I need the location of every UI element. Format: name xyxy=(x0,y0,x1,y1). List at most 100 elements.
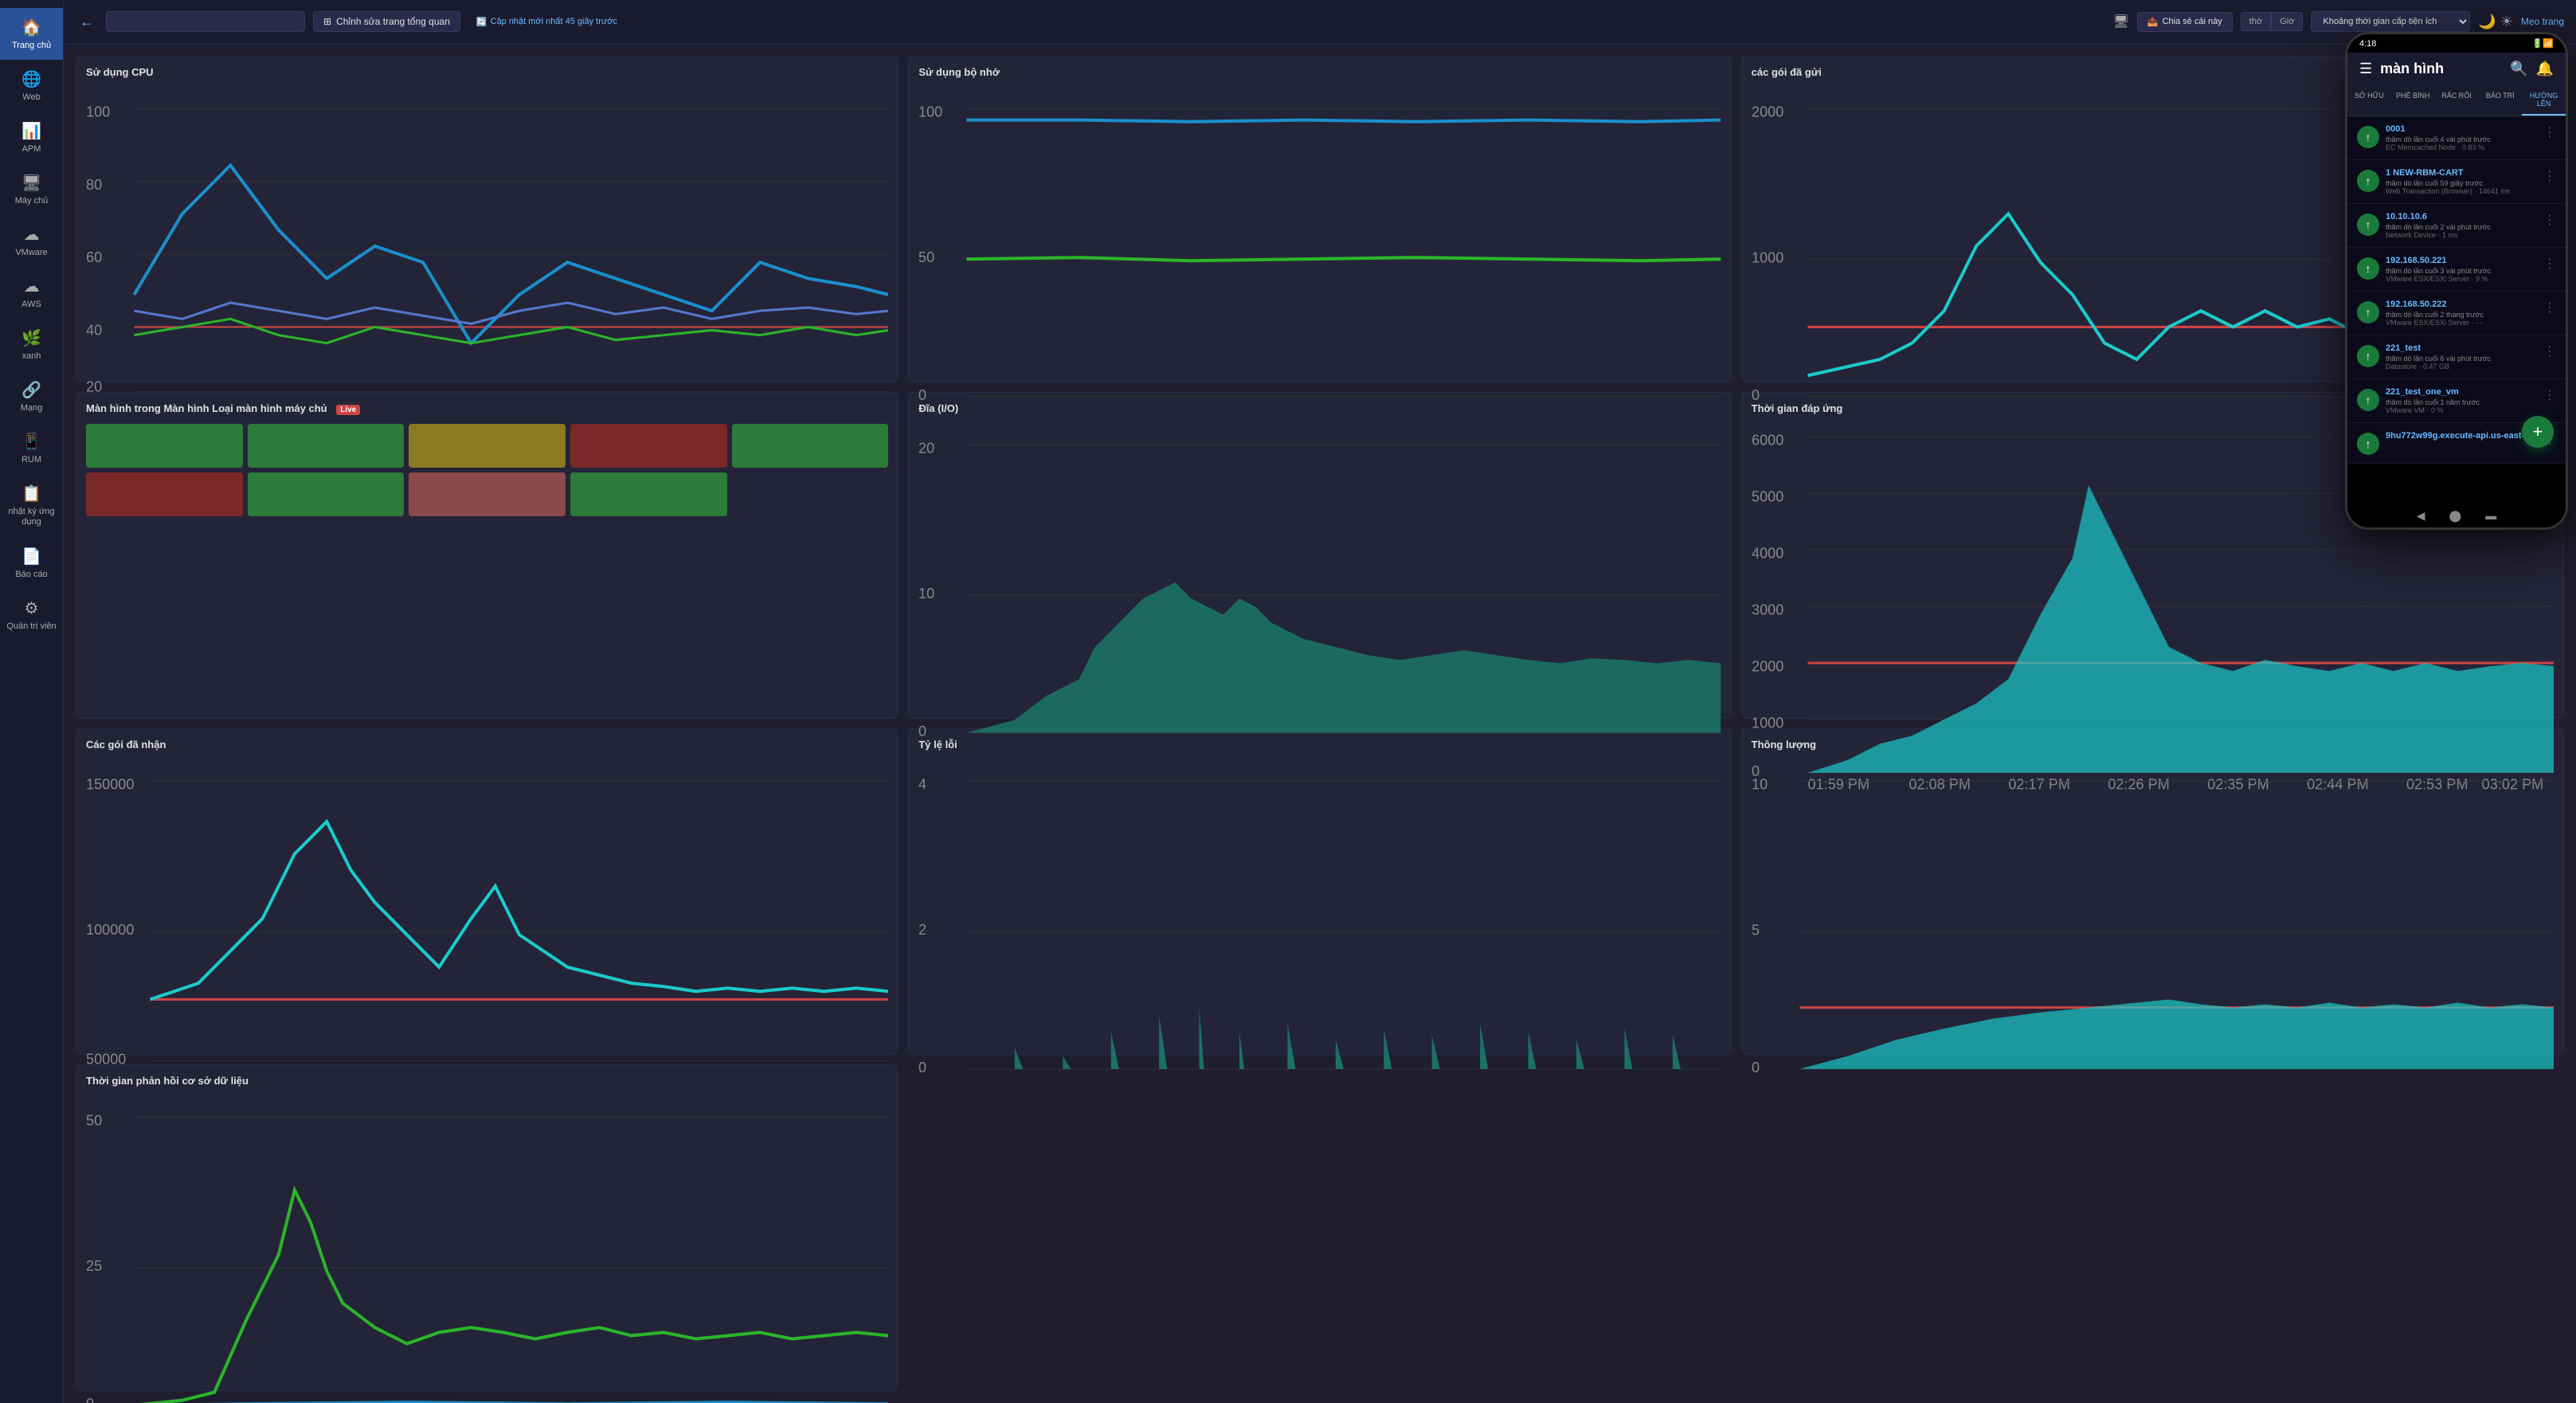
svg-text:100: 100 xyxy=(918,104,942,120)
mobile-tab-sohuu[interactable]: SỞ HỮU xyxy=(2347,85,2391,116)
svg-text:100: 100 xyxy=(86,104,110,120)
svg-text:1000: 1000 xyxy=(1752,715,1783,731)
time-toggle: thờ Giờ xyxy=(2241,12,2304,31)
item-more-icon[interactable]: ⋮ xyxy=(2543,256,2556,272)
item-content: 0001 thăm dò lần cuối 4 vài phút trước E… xyxy=(2386,124,2537,151)
time-btn-gio[interactable]: Giờ xyxy=(2271,12,2303,31)
item-name: 10.10.10.6 xyxy=(2386,212,2537,221)
memory-widget: Sử dụng bộ nhớ 100 50 0 02:06 PM 02:21 P… xyxy=(908,56,1731,382)
item-type: VMware ESX/ESXi Server · 9 % xyxy=(2386,275,2537,283)
packets-received-widget: Các gói đã nhận 150000 100000 50000 01:5… xyxy=(76,728,898,1055)
mobile-title: màn hình xyxy=(2380,61,2502,77)
sidebar-item-vmware[interactable]: ☁ VMware xyxy=(0,215,63,267)
mobile-tab-phebinh[interactable]: PHÊ BÌNH xyxy=(2391,85,2435,116)
monitor-cell-1[interactable] xyxy=(86,424,243,468)
item-sub: thăm dò lần cuối 4 vài phút trước xyxy=(2386,135,2537,143)
sidebar-item-label: Trang chủ xyxy=(12,41,51,50)
edit-label: Chỉnh sửa trang tổng quan xyxy=(336,16,450,27)
list-item[interactable]: ↑ 0001 thăm dò lần cuối 4 vài phút trước… xyxy=(2347,116,2566,160)
sidebar-item-xanh[interactable]: 🌿 xanh xyxy=(0,319,63,370)
svg-text:2000: 2000 xyxy=(1752,104,1783,120)
monitor-cell-3[interactable] xyxy=(409,424,566,468)
mobile-tab-huongle[interactable]: HƯỚNG LÊN xyxy=(2522,85,2566,116)
sidebar-item-rum[interactable]: 📱 RUM xyxy=(0,422,63,474)
share-button[interactable]: 📤 Chia sẻ cái này xyxy=(2137,12,2233,32)
share-icon: 📤 xyxy=(2147,17,2159,27)
monitor-cell-5[interactable] xyxy=(732,424,889,468)
item-more-icon[interactable]: ⋮ xyxy=(2543,124,2556,140)
mobile-bell-icon[interactable]: 🔔 xyxy=(2536,61,2554,77)
sidebar-item-label: nhật ký ứng dụng xyxy=(4,507,59,527)
edit-dashboard-button[interactable]: ⊞ Chỉnh sửa trang tổng quan xyxy=(313,11,460,32)
mobile-recent-btn[interactable]: ▬ xyxy=(2485,509,2496,522)
sidebar-item-label: RUM xyxy=(22,455,41,464)
sidebar-item-home[interactable]: 🏠 Trang chủ xyxy=(0,8,63,60)
item-more-icon[interactable]: ⋮ xyxy=(2543,168,2556,184)
list-item[interactable]: ↑ 192.168.50.221 thăm dò lần cuối 3 vài … xyxy=(2347,248,2566,292)
monitor-cell-2[interactable] xyxy=(248,424,405,468)
error-rate-widget: Tỷ lệ lỗi 4 2 0 01:58 ... 02:12 PM 02:26… xyxy=(908,728,1731,1055)
time-btn-tho[interactable]: thờ xyxy=(2241,12,2271,31)
sidebar-item-aws[interactable]: ☁ AWS xyxy=(0,267,63,319)
svg-text:2000: 2000 xyxy=(1752,658,1783,674)
mobile-back-btn[interactable]: ◀ xyxy=(2417,509,2425,523)
svg-text:10: 10 xyxy=(1752,777,1768,793)
report-icon: 📄 xyxy=(22,547,41,566)
item-type: EC Memcached Node · 0.83 % xyxy=(2386,143,2537,151)
monitor-grid xyxy=(86,424,888,516)
sidebar-item-baocao[interactable]: 📄 Báo cáo xyxy=(0,537,63,589)
refresh-status: 🔄 Cập nhật mới nhất 45 giây trước xyxy=(476,17,617,27)
sidebar-item-web[interactable]: 🌐 Web xyxy=(0,60,63,112)
refresh-icon: 🔄 xyxy=(476,17,487,27)
item-status-icon: ↑ xyxy=(2357,345,2379,367)
mobile-tab-baotri[interactable]: BẢO TRÌ xyxy=(2478,85,2522,116)
monitor-cell-8[interactable] xyxy=(409,472,566,516)
monitor-cell-9[interactable] xyxy=(570,472,727,516)
sidebar-item-nhatky[interactable]: 📋 nhật ký ứng dụng xyxy=(0,474,63,537)
item-more-icon[interactable]: ⋮ xyxy=(2543,343,2556,359)
web-icon: 🌐 xyxy=(22,69,41,89)
monitor-cell-4[interactable] xyxy=(570,424,727,468)
item-status-icon: ↑ xyxy=(2357,257,2379,280)
mobile-fab-button[interactable]: + xyxy=(2522,416,2554,448)
sidebar-item-label: Báo cáo xyxy=(15,570,47,579)
back-button[interactable]: ← xyxy=(76,10,98,34)
list-item[interactable]: ↑ 192.168.50.222 thăm dò lần cuối 2 thán… xyxy=(2347,292,2566,335)
svg-text:5: 5 xyxy=(1752,922,1760,938)
mobile-tab-racroi[interactable]: RẮC RỐI xyxy=(2435,85,2479,116)
mobile-menu-icon[interactable]: ☰ xyxy=(2359,61,2372,77)
mobile-home-btn[interactable]: ⬤ xyxy=(2449,509,2462,523)
topbar: ← ⊞ Chỉnh sửa trang tổng quan 🔄 Cập nhật… xyxy=(64,0,2576,44)
cpu-title: Sử dụng CPU xyxy=(86,66,888,78)
item-type: VMware ESX/ESXi Server · - - xyxy=(2386,319,2537,327)
item-content: 9hu772w99g.execute-api.us-east-1... xyxy=(2386,431,2537,442)
sidebar-item-quantri[interactable]: ⚙ Quản trị viên xyxy=(0,589,63,641)
item-content: 1 NEW-RBM-CART thăm dò lần cuối 59 giây … xyxy=(2386,168,2537,195)
list-item[interactable]: ↑ 10.10.10.6 thăm dò lần cuối 2 vài phút… xyxy=(2347,204,2566,248)
item-name: 192.168.50.222 xyxy=(2386,300,2537,309)
mobile-search-icon[interactable]: 🔍 xyxy=(2510,61,2527,77)
svg-text:6000: 6000 xyxy=(1752,432,1783,448)
dashboard-dropdown[interactable] xyxy=(106,11,305,32)
item-status-icon: ↑ xyxy=(2357,126,2379,148)
sidebar-item-maychu[interactable]: 🖥 Máy chủ xyxy=(0,163,63,215)
vmware-icon: ☁ xyxy=(24,225,40,245)
item-more-icon[interactable]: ⋮ xyxy=(2543,212,2556,228)
item-type: Web Transaction (Browser) · 14641 ms xyxy=(2386,187,2537,195)
list-item[interactable]: ↑ 1 NEW-RBM-CART thăm dò lần cuối 59 giâ… xyxy=(2347,160,2566,204)
svg-text:3000: 3000 xyxy=(1752,602,1783,617)
sidebar-item-label: Mạng xyxy=(21,403,43,413)
item-sub: thăm dò lần cuối 59 giây trước xyxy=(2386,179,2537,187)
monitor-cell-7[interactable] xyxy=(248,472,405,516)
item-more-icon[interactable]: ⋮ xyxy=(2543,300,2556,315)
item-sub: thăm dò lần cuối 6 vài phút trước xyxy=(2386,355,2537,363)
sidebar-item-apm[interactable]: 📊 APM xyxy=(0,112,63,163)
item-more-icon[interactable]: ⋮ xyxy=(2543,387,2556,403)
monitor-cell-6[interactable] xyxy=(86,472,243,516)
packets-received-title: Các gói đã nhận xyxy=(86,739,888,750)
sidebar: 🏠 Trang chủ 🌐 Web 📊 APM 🖥 Máy chủ ☁ VMwa… xyxy=(0,0,64,1403)
sidebar-item-mang[interactable]: 🔗 Mạng xyxy=(0,370,63,422)
list-item[interactable]: ↑ 221_test thăm dò lần cuối 6 vài phút t… xyxy=(2347,335,2566,379)
dashboard-grid: Sử dụng CPU 100 80 60 40 20 xyxy=(64,44,2576,1403)
svg-text:2: 2 xyxy=(918,922,926,938)
